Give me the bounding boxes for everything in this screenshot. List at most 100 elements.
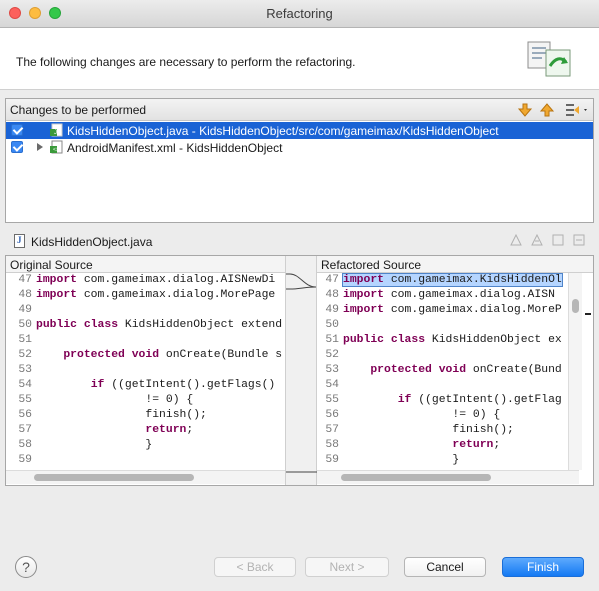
code-fragment: com.gameimax.dialog.MoreP [384,304,562,316]
line-number: 53 [18,364,32,376]
line-number: 54 [18,379,32,391]
code-fragment [36,349,63,361]
change-item-label: KidsHiddenObject.java - KidsHiddenObject… [67,124,499,138]
code-line: 57 return; [10,423,193,438]
code-keyword: public class [36,319,119,331]
code-keyword: return [145,424,187,436]
code-text: import com.gameimax.dialog.MorePage [36,289,275,301]
line-number: 48 [18,289,32,301]
code-fragment: finish(); [343,424,514,436]
code-text: finish(); [343,424,514,436]
line-number: 47 [18,274,32,286]
code-line: 58 } [10,438,152,453]
code-fragment: onCreate(Bund [466,364,562,376]
refactored-hscroll-thumb[interactable] [341,474,491,481]
refactored-vscrollbar[interactable] [568,273,582,470]
original-hscrollbar[interactable] [6,470,285,484]
code-keyword: import [343,304,385,316]
changes-header: Changes to be performed [6,99,593,121]
code-fragment [343,364,370,376]
next-difference-icon [510,233,522,246]
line-number: 57 [18,424,32,436]
code-fragment: com.gameimax.dialog.AISNewDi [77,274,276,286]
refactored-hscrollbar[interactable] [317,470,579,484]
code-line: 49 [10,303,36,318]
overview-change-marker[interactable] [585,313,591,315]
code-fragment [343,439,452,451]
code-line: 52 protected void onCreate(Bundle s [10,348,282,363]
code-line: 55 != 0) { [10,393,193,408]
changes-title: Changes to be performed [10,103,147,117]
code-fragment: finish(); [36,409,207,421]
line-number: 56 [325,409,339,421]
next-button[interactable]: Next > [305,557,389,577]
code-line: 52 [317,348,343,363]
code-text: } [343,454,459,466]
code-text: protected void onCreate(Bund [343,364,562,376]
code-fragment: } [36,439,153,451]
refactored-source-code[interactable]: 47 import com.gameimax.KidsHiddenOl 48 impo… [317,273,570,469]
change-item-checkbox[interactable] [11,124,23,136]
compare-file-label: KidsHiddenObject.java [31,235,153,249]
change-item-java[interactable]: J KidsHiddenObject.java - KidsHiddenObje… [6,122,593,139]
code-line: 48 import com.gameimax.dialog.MorePage [10,288,275,303]
svg-text:J: J [54,130,57,136]
line-number: 58 [325,439,339,451]
code-keyword: protected void [370,364,467,376]
xml-file-change-icon: <> [50,140,63,154]
code-text: protected void onCreate(Bundle s [36,349,282,361]
code-keyword: import [36,289,78,301]
refactored-source-title: Refactored Source [317,256,593,273]
line-number: 52 [18,349,32,361]
code-line: 47 import com.gameimax.KidsHiddenOl [317,273,563,288]
line-number: 53 [325,364,339,376]
back-button[interactable]: < Back [214,557,296,577]
code-text: import com.gameimax.KidsHiddenOl [342,273,563,287]
code-line: 50 [317,318,343,333]
code-line: 56 finish(); [10,408,207,423]
line-number: 55 [18,394,32,406]
expand-arrow-icon[interactable] [37,143,43,151]
code-keyword: import [343,274,385,286]
code-fragment [343,394,398,406]
refactored-vscroll-thumb[interactable] [572,299,579,313]
code-line: 51 [10,333,36,348]
line-number: 55 [325,394,339,406]
line-number: 56 [18,409,32,421]
code-line: 47 import com.gameimax.dialog.AISNewDi [10,273,275,288]
code-keyword: return [452,439,494,451]
original-hscroll-thumb[interactable] [34,474,194,481]
code-text: if ((getIntent().getFlags() [36,379,276,391]
original-source-title: Original Source [6,256,285,273]
help-button[interactable]: ? [15,556,37,578]
code-line: 57 finish(); [317,423,514,438]
header-message: The following changes are necessary to p… [16,55,356,69]
change-item-checkbox[interactable] [11,141,23,153]
line-number: 49 [18,304,32,316]
code-text: import com.gameimax.dialog.MoreP [343,304,562,316]
previous-change-icon[interactable] [538,101,556,119]
line-number: 59 [18,454,32,466]
code-text: finish(); [36,409,207,421]
filter-changes-icon[interactable] [564,101,590,119]
line-number: 57 [325,424,339,436]
line-number: 51 [18,334,32,346]
next-change-icon[interactable] [516,101,534,119]
code-keyword: protected void [63,349,160,361]
code-line: 59 [10,453,36,468]
code-fragment [36,424,145,436]
code-fragment: com.gameimax.KidsHiddenOl [384,274,562,286]
change-item-manifest[interactable]: <> AndroidManifest.xml - KidsHiddenObjec… [6,139,593,156]
cancel-button[interactable]: Cancel [404,557,486,577]
finish-button[interactable]: Finish [502,557,584,577]
code-fragment: com.gameimax.dialog.MorePage [77,289,276,301]
line-number: 50 [18,319,32,331]
diff-connector-gutter [285,256,318,485]
code-line: 59 } [317,453,459,468]
code-fragment: ((getIntent().getFlags() [104,379,276,391]
code-fragment: != 0) { [36,394,194,406]
copy-left-icon [552,234,564,246]
line-number: 49 [325,304,339,316]
original-source-code[interactable]: 47 import com.gameimax.dialog.AISNewDi 48 i… [10,273,285,469]
svg-text:<>: <> [53,147,59,153]
